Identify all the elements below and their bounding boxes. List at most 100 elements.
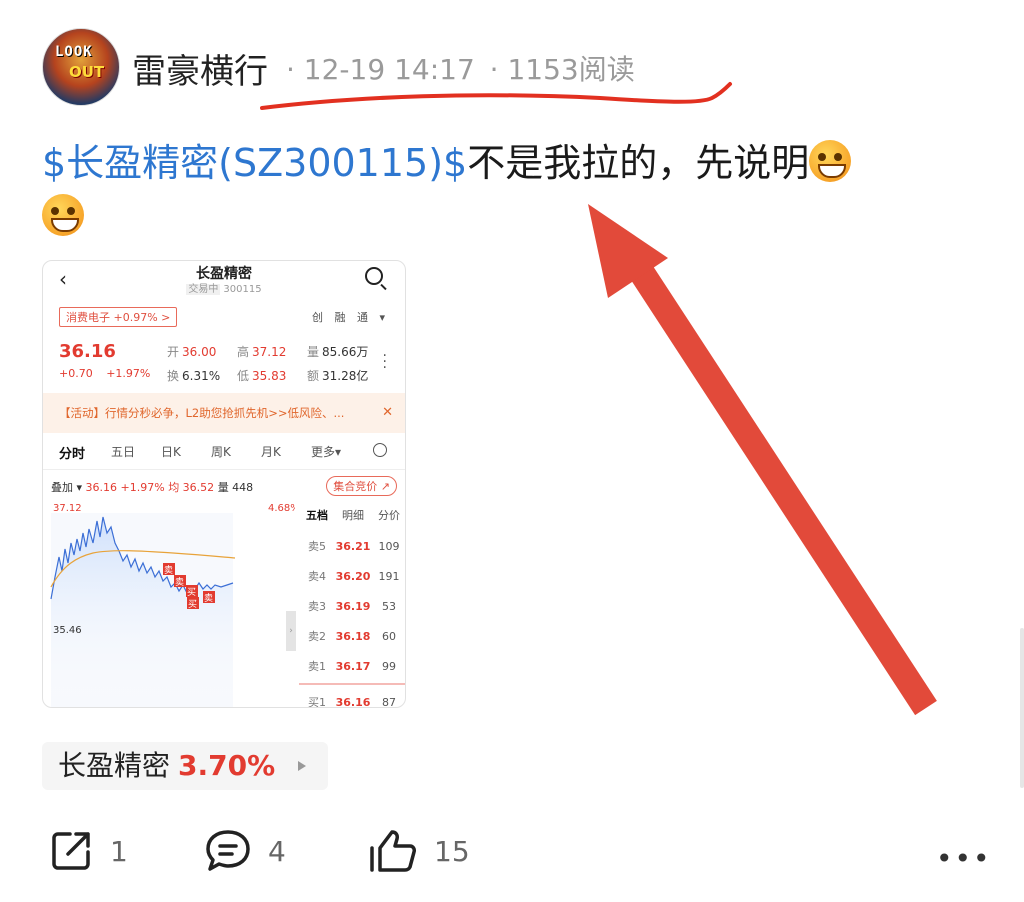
chart-pct-label: 4.68%: [268, 503, 295, 514]
tab-more: 更多▾: [311, 445, 342, 459]
chip-change: 3.70%: [178, 749, 276, 782]
quote-label: 量: [307, 345, 320, 359]
quote-label: 开: [167, 345, 180, 359]
book-price: 36.21: [335, 539, 371, 553]
book-vol: 109: [378, 539, 400, 553]
badge: ▾: [379, 311, 385, 324]
tab-intraday: 分时: [59, 447, 86, 462]
book-price: 36.18: [335, 629, 371, 643]
book-side: 买1: [308, 696, 326, 708]
share-button[interactable]: 1: [48, 828, 128, 874]
quote-value: 6.31%: [182, 369, 221, 383]
avatar-text-2: OUT: [69, 63, 105, 81]
book-vol: 60: [382, 629, 396, 643]
quote-value: 37.12: [252, 345, 287, 359]
stock-subtitle: 交易中 300115: [43, 280, 405, 295]
book-row: 卖1 36.17 99: [299, 651, 405, 681]
sector-tag: 消费电子 +0.97% >: [59, 307, 178, 327]
stock-chip[interactable]: 长盈精密 3.70%: [42, 742, 328, 790]
divider: [43, 469, 405, 470]
author-avatar[interactable]: LOOK OUT: [42, 28, 120, 106]
quote-label: 高: [237, 345, 250, 359]
book-price: 36.19: [335, 599, 371, 613]
chip-stock-name: 长盈精密: [58, 749, 171, 782]
chart-overlay-info: 叠加 ▾ 36.16 +1.97% 均 36.52 量 448: [51, 479, 253, 495]
thumbs-up-icon: [370, 830, 416, 872]
quote-label: 低: [237, 369, 250, 383]
settings-icon: [373, 443, 387, 457]
book-row: 买1 36.16 87: [299, 687, 405, 708]
book-side: 卖2: [308, 630, 326, 643]
arrow-shaft-annotation: [629, 262, 937, 716]
avatar-text: LOOK: [55, 44, 93, 60]
quote-value: 31.28亿: [322, 369, 369, 383]
book-row: 卖4 36.20 191: [299, 561, 405, 591]
quote-value: 85.66万: [322, 345, 369, 359]
like-button[interactable]: 15: [368, 828, 470, 874]
tab-weekly: 周K: [211, 445, 231, 459]
book-vol: 191: [378, 569, 400, 583]
tab-monthly: 月K: [261, 445, 281, 459]
quote-value: 35.83: [252, 369, 287, 383]
book-divider: [299, 683, 405, 685]
comment-button[interactable]: 4: [204, 828, 286, 874]
caret-right-icon: [298, 761, 306, 771]
share-count: 1: [110, 834, 128, 868]
search-icon: [365, 267, 383, 285]
intraday-chart: 37.12 35.46 4.68% 卖 卖 买 买 卖: [50, 503, 295, 707]
trading-status: 交易中: [186, 284, 221, 295]
chart-high-label: 37.12: [53, 503, 82, 514]
stock-code: 300115: [223, 284, 262, 295]
chevron-right-icon: ›: [286, 611, 296, 651]
more-vertical-icon: · · ·: [382, 348, 387, 376]
book-vol: 53: [382, 599, 396, 613]
auction-button: 集合竞价 ↗: [326, 476, 397, 496]
overlay-vol: 量 448: [217, 481, 254, 494]
quote-label: 额: [307, 369, 320, 383]
close-icon: ✕: [382, 405, 393, 420]
smile-emoji-icon: [809, 140, 852, 182]
book-vol: 87: [382, 695, 396, 708]
stock-navbar: ‹ 长盈精密 交易中 300115: [43, 261, 405, 301]
trade-marker-label: 卖: [204, 593, 213, 604]
quote-label: 换: [167, 369, 180, 383]
book-vol: 99: [382, 659, 396, 673]
post-time: · 12-19 14:17: [286, 53, 475, 86]
book-tab: 分价: [378, 509, 400, 522]
book-tab: 明细: [342, 509, 364, 522]
promo-banner: 【活动】行情分秒必争，L2助您抢抓先机>>低风险、... ✕: [43, 393, 405, 433]
trade-marker-label: 卖: [164, 565, 173, 576]
tab-5day: 五日: [111, 445, 136, 459]
chart-tabs: 分时 五日 日K 周K 月K 更多▾: [43, 441, 405, 467]
post-reads: · 1153阅读: [489, 53, 635, 86]
post-text: 不是我拉的，先说明: [467, 141, 810, 185]
author-name[interactable]: 雷豪横行: [132, 44, 268, 93]
promo-text: 【活动】行情分秒必争，L2助您抢抓先机>>低风险、...: [59, 406, 345, 420]
post-body: $长盈精密(SZ300115)$不是我拉的，先说明: [42, 136, 962, 244]
book-side: 卖1: [308, 660, 326, 673]
price-change: +0.70 +1.97%: [59, 367, 160, 380]
change-abs: +0.70: [59, 367, 93, 380]
quote-value: 36.00: [182, 345, 217, 359]
badge: 融: [334, 311, 346, 324]
order-book: 五档 明细 分价 卖5 36.21 109 卖4 36.20 191 卖3 36.19 53…: [299, 507, 405, 708]
change-pct: +1.97%: [106, 367, 151, 380]
post-image[interactable]: ‹ 长盈精密 交易中 300115 消费电子 +0.97% > 创 融 通 ▾ 3…: [42, 260, 406, 708]
scrollbar[interactable]: [1020, 628, 1024, 788]
comment-count: 4: [268, 834, 286, 868]
overlay-toggle: 叠加 ▾: [51, 481, 83, 494]
badge: 创: [311, 311, 323, 324]
more-options-icon[interactable]: •••: [936, 842, 992, 875]
book-price: 36.17: [335, 659, 371, 673]
grin-emoji-icon: [42, 194, 84, 236]
last-price: 36.16: [59, 341, 116, 362]
quote-grid: 开 36.00 高 37.12 量 85.66万 换 6.31% 低 35.83 额 31.…: [167, 343, 377, 391]
like-count: 15: [434, 834, 470, 868]
book-side: 卖4: [308, 570, 326, 583]
book-row: 卖2 36.18 60: [299, 621, 405, 651]
comment-icon: [206, 830, 250, 871]
trade-marker-label: 买: [188, 599, 197, 610]
chart-low-label: 35.46: [53, 625, 82, 636]
share-icon: [52, 832, 90, 870]
stock-link[interactable]: $长盈精密(SZ300115)$: [42, 141, 467, 185]
